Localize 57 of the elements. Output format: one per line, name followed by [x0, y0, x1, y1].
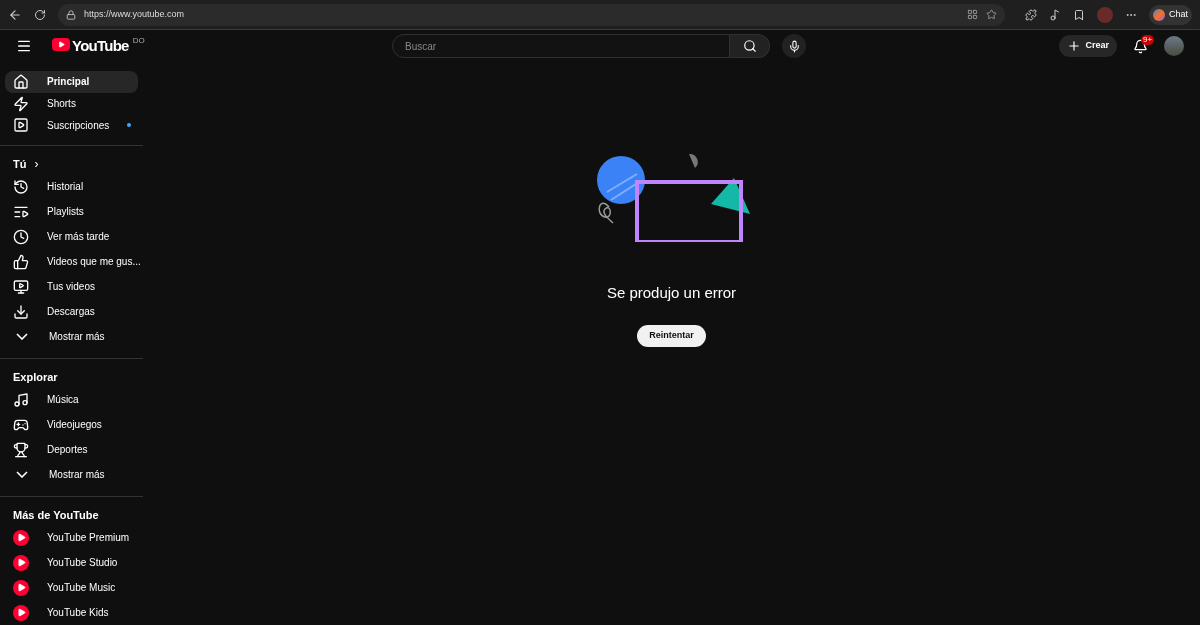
chevron-down-icon: [16, 471, 28, 478]
extensions-icon[interactable]: [1025, 8, 1037, 21]
youtube-logo-icon: [52, 37, 70, 51]
chat-button[interactable]: Chat: [1149, 4, 1192, 25]
back-icon[interactable]: [8, 7, 22, 22]
sidebar-item[interactable]: Principal: [5, 71, 138, 93]
sidebar-item[interactable]: Shorts: [5, 92, 138, 115]
menu-icon[interactable]: [16, 38, 32, 54]
sidebar-item[interactable]: Playlists: [5, 199, 138, 224]
shorts-icon: [13, 95, 29, 112]
section-title: Más de YouTube: [13, 507, 99, 523]
chevron-down-icon: [16, 333, 28, 340]
reload-icon[interactable]: [34, 8, 46, 21]
home-icon: [13, 73, 29, 90]
retry-button[interactable]: Reintentar: [637, 324, 706, 347]
search-field[interactable]: Buscar: [392, 34, 730, 58]
notification-badge: 9+: [1141, 34, 1155, 45]
address-bar[interactable]: https://www.youtube.com: [58, 3, 1005, 26]
country-code: DO: [132, 34, 145, 47]
lock-icon: [66, 9, 76, 20]
subscriptions-icon: [13, 117, 29, 134]
sidebar-item[interactable]: YouTube Premium: [5, 525, 138, 550]
thumbs-up-icon: [13, 253, 29, 270]
clock-icon: [13, 228, 29, 245]
favorite-icon: [986, 9, 997, 20]
search-button[interactable]: [730, 34, 770, 58]
microphone-icon: [787, 39, 801, 53]
trophy-icon: [13, 441, 29, 458]
sidebar-item[interactable]: Videos que me gus...: [5, 249, 138, 274]
media-icon[interactable]: [1049, 8, 1061, 21]
sidebar-item[interactable]: Música: [5, 387, 138, 412]
sidebar-item[interactable]: Deportes: [5, 437, 138, 462]
section-title[interactable]: Tú: [13, 155, 27, 173]
sidebar-item[interactable]: Videojuegos: [5, 412, 138, 437]
search-icon: [742, 39, 757, 53]
sidebar-item[interactable]: Suscripciones: [5, 114, 138, 136]
history-icon: [13, 178, 29, 195]
error-message: Se produjo un error: [606, 283, 737, 303]
section-title: Explorar: [13, 369, 58, 385]
video-icon: [13, 278, 29, 295]
plus-icon: [1067, 39, 1082, 53]
sidebar-item[interactable]: Historial: [5, 174, 138, 199]
sidebar-item[interactable]: Descargas: [5, 299, 138, 324]
sidebar-item[interactable]: Tus videos: [5, 274, 138, 299]
sidebar-item[interactable]: YouTube Studio: [5, 550, 138, 575]
sidebar-item[interactable]: YouTube Kids: [5, 600, 138, 625]
account-avatar[interactable]: [1164, 36, 1184, 56]
sidebar-item[interactable]: Ver más tarde: [5, 224, 138, 249]
sidebar-item[interactable]: Mostrar más: [5, 462, 138, 487]
create-button[interactable]: Crear: [1059, 35, 1117, 57]
music-note-icon: [13, 391, 29, 408]
sidebar-item[interactable]: Mostrar más: [5, 324, 138, 349]
voice-search-button[interactable]: [782, 34, 806, 58]
sidebar-item[interactable]: YouTube Music: [5, 575, 138, 600]
logo-text[interactable]: YouTube: [72, 34, 129, 58]
download-icon: [13, 303, 29, 320]
chevron[interactable]: ›: [34, 155, 39, 173]
